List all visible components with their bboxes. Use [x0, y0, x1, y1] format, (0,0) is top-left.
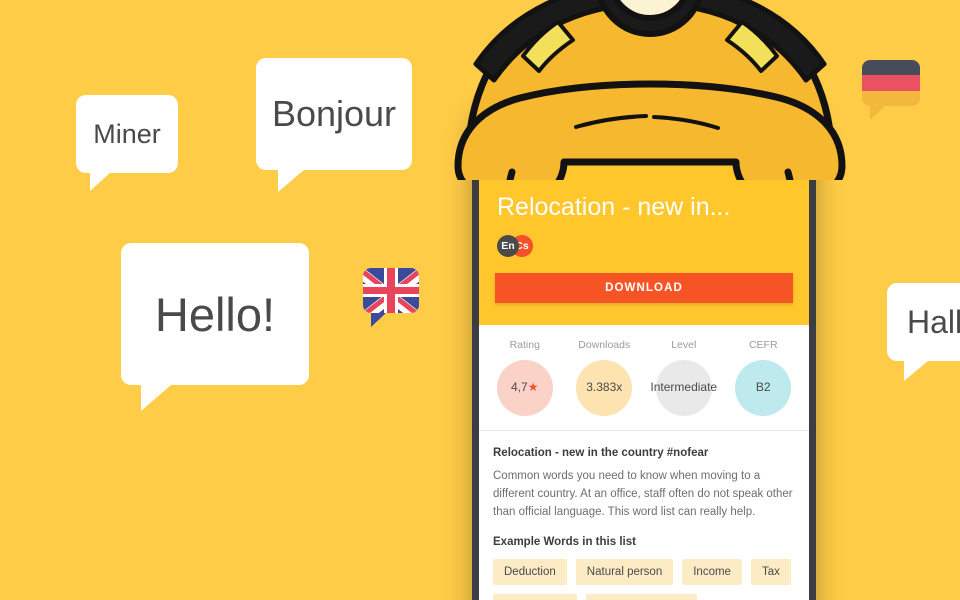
language-badges: En Cs — [497, 235, 793, 257]
word-chip[interactable]: Work permit — [493, 594, 577, 600]
status-bar-time: 12:3 — [773, 117, 799, 131]
de-flag-body — [862, 60, 920, 106]
speech-bubble-miner: Miner — [76, 95, 178, 191]
word-chip[interactable]: Tax — [750, 559, 791, 586]
stat-level: Level Intermediate — [644, 339, 724, 416]
word-chip[interactable]: Natural person — [575, 559, 674, 586]
bubble-tail — [870, 106, 885, 120]
stat-downloads: Downloads 3.383x — [565, 339, 645, 416]
language-badge-en[interactable]: En — [497, 235, 519, 257]
speech-bubble-text: Hello! — [154, 287, 276, 341]
language-badge-label: En — [501, 240, 515, 252]
stat-rating: Rating 4,7★ — [485, 339, 565, 416]
download-button[interactable]: DOWNLOAD — [495, 273, 793, 303]
app-promo-canvas: Miner Bonjour Hello! Hallo — [0, 0, 960, 600]
uk-flag-body — [363, 268, 419, 313]
stat-value: 3.383x — [586, 380, 623, 395]
speech-bubble-hello: Hello! — [121, 243, 309, 411]
wifi-icon — [720, 119, 733, 130]
examples-title: Example Words in this list — [493, 536, 636, 549]
page-title: Relocation - new in... — [497, 193, 731, 221]
bubble-tail — [371, 313, 386, 327]
word-chip[interactable]: Income — [682, 559, 742, 586]
stat-value: B2 — [755, 380, 771, 395]
stat-value-circle: 4,7★ — [496, 360, 553, 416]
status-bar: 12:3 — [479, 111, 809, 137]
stat-value-circle: 3.383x — [576, 360, 633, 416]
stat-label: Level — [671, 339, 697, 351]
speech-bubble-bonjour: Bonjour — [256, 58, 412, 192]
phone-mockup: 12:3 Relocation - new in... En Cs DOWNLO… — [472, 104, 816, 600]
example-words-list: Deduction Natural person Income Tax Work… — [493, 559, 795, 600]
stat-value-circle: Intermediate — [650, 360, 717, 416]
stat-value: 4,7 — [511, 380, 528, 395]
stat-label: Downloads — [578, 339, 631, 351]
star-icon: ★ — [527, 380, 539, 395]
stat-label: Rating — [509, 339, 540, 351]
united-kingdom-flag-icon — [363, 268, 419, 327]
description-body: Common words you need to know when movin… — [493, 470, 793, 518]
speech-bubble-hallo: Hallo — [887, 283, 960, 381]
signal-icon — [739, 118, 751, 130]
stat-value-circle: B2 — [735, 360, 792, 416]
description-section: Relocation - new in the country #nofear … — [479, 431, 809, 600]
battery-icon — [758, 118, 767, 130]
phone-screen: 12:3 Relocation - new in... En Cs DOWNLO… — [479, 111, 809, 600]
speech-bubble-text: Bonjour — [271, 93, 397, 134]
stats-row: Rating 4,7★ Downloads 3.383x Level Inter… — [479, 325, 809, 431]
germany-flag-icon — [862, 60, 920, 120]
stat-label: CEFR — [748, 339, 778, 351]
speech-bubble-text: Hallo — [907, 304, 960, 340]
back-arrow-icon[interactable] — [497, 137, 537, 175]
stat-value: Intermediate — [650, 380, 718, 395]
app-header: Relocation - new in... En Cs DOWNLOAD — [479, 137, 809, 325]
description-title: Relocation - new in the country #nofear — [493, 447, 709, 459]
word-chip[interactable]: Deduction — [493, 559, 567, 586]
word-chip[interactable]: Residence permit — [585, 594, 698, 600]
stat-cefr: CEFR B2 — [724, 339, 804, 416]
speech-bubble-text: Miner — [93, 118, 161, 149]
